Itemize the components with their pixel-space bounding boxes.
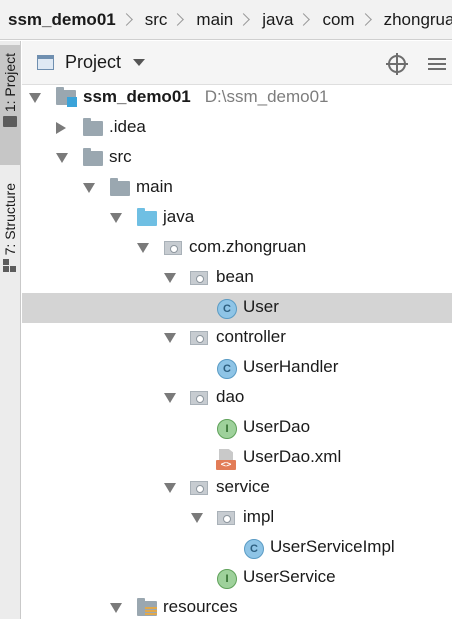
folder-icon	[110, 178, 130, 197]
tree-item-root-label: ssm_demo01 D:\ssm_demo01	[83, 87, 329, 107]
chevron-right-icon	[171, 13, 185, 26]
package-icon	[189, 269, 209, 287]
tree-item-main-label: main	[136, 177, 173, 196]
interface-icon: I	[217, 419, 237, 439]
tree-item-service-label: service	[216, 477, 270, 496]
breadcrumb-item-java[interactable]: java	[254, 10, 297, 30]
expand-arrow-icon[interactable]	[110, 213, 122, 223]
structure-icon	[3, 259, 17, 273]
interface-icon: I	[217, 569, 237, 589]
breadcrumb-item-ssm-demo01[interactable]: ssm_demo01	[0, 10, 120, 30]
tree-item-user-service-label: UserService	[243, 567, 336, 586]
tree-item-dao[interactable]: dao	[22, 383, 452, 413]
tree-item-user-handler-label: UserHandler	[243, 357, 339, 376]
crosshair-icon[interactable]	[386, 53, 408, 75]
collapse-all-icon[interactable]	[426, 53, 448, 75]
tree-item-src[interactable]: src	[22, 143, 452, 173]
tree-item-user-dao-label: UserDao	[243, 417, 311, 436]
tree-item-bean[interactable]: bean	[22, 263, 452, 293]
tree-item-user-dao[interactable]: I UserDao	[22, 413, 452, 443]
tree-item-java[interactable]: java	[22, 203, 452, 233]
tree-item-idea[interactable]: .idea	[22, 113, 452, 143]
tree-item-user-dao-xml-label: UserDao.xml	[243, 447, 342, 466]
expand-arrow-icon[interactable]	[164, 333, 176, 343]
source-folder-icon	[137, 208, 157, 227]
folder-icon	[83, 148, 103, 167]
tree-item-user-label: User	[243, 297, 279, 316]
xml-glyph: <>	[216, 460, 236, 470]
tree-item-src-label: src	[109, 147, 132, 166]
class-icon: C	[217, 359, 237, 379]
breadcrumb-item-src[interactable]: src	[137, 10, 172, 30]
expand-arrow-icon[interactable]	[191, 513, 203, 523]
tree-item-resources-label: resources	[163, 597, 238, 616]
package-icon	[189, 329, 209, 347]
tree-item-idea-label: .idea	[109, 117, 146, 136]
tree-item-impl[interactable]: impl	[22, 503, 452, 533]
expand-arrow-icon[interactable]	[164, 483, 176, 493]
chevron-right-icon	[297, 13, 311, 26]
breadcrumb: ssm_demo01 src main java com zhongruan	[0, 0, 452, 40]
package-icon	[216, 509, 236, 527]
module-folder-icon	[56, 87, 77, 107]
breadcrumb-item-com[interactable]: com	[314, 10, 358, 30]
tree-item-java-label: java	[163, 207, 195, 226]
root-name: ssm_demo01	[83, 87, 191, 106]
package-icon	[163, 239, 183, 257]
tree-item-user-service-impl[interactable]: C UserServiceImpl	[22, 533, 452, 563]
tree-item-user-handler[interactable]: C UserHandler	[22, 353, 452, 383]
breadcrumb-item-zhongruan[interactable]: zhongruan	[376, 10, 452, 30]
tree-item-com-zhongruan[interactable]: com.zhongruan	[22, 233, 452, 263]
tree-item-user-service[interactable]: I UserService	[22, 563, 452, 593]
class-icon: C	[217, 299, 237, 319]
tree-item-user-dao-xml[interactable]: <> UserDao.xml	[22, 443, 452, 473]
chevron-right-icon	[119, 13, 133, 26]
class-glyph: C	[217, 299, 237, 319]
tree-item-controller[interactable]: controller	[22, 323, 452, 353]
tree-item-user-service-impl-label: UserServiceImpl	[270, 537, 395, 556]
package-icon	[189, 389, 209, 407]
tab-project[interactable]: 1: Project	[0, 45, 20, 165]
tree-item-root[interactable]: ssm_demo01 D:\ssm_demo01	[22, 83, 452, 113]
class-glyph: C	[217, 359, 237, 379]
folder-icon	[3, 116, 17, 128]
expand-arrow-icon[interactable]	[83, 183, 95, 193]
chevron-down-icon[interactable]	[133, 59, 146, 66]
class-glyph: C	[244, 539, 264, 559]
tree-item-bean-label: bean	[216, 267, 254, 286]
chevron-right-icon	[358, 13, 372, 26]
breadcrumb-item-main[interactable]: main	[188, 10, 237, 30]
panel-title[interactable]: Project	[65, 52, 121, 73]
tree-item-service[interactable]: service	[22, 473, 452, 503]
chevron-right-icon	[237, 13, 251, 26]
expand-arrow-icon[interactable]	[164, 273, 176, 283]
tree-item-main[interactable]: main	[22, 173, 452, 203]
expand-arrow-icon[interactable]	[110, 603, 122, 613]
class-icon: C	[244, 539, 264, 559]
expand-arrow-icon[interactable]	[137, 243, 149, 253]
tree-item-com-zhongruan-label: com.zhongruan	[189, 237, 307, 256]
interface-glyph: I	[217, 569, 237, 589]
expand-arrow-icon[interactable]	[56, 153, 68, 163]
xml-file-icon: <>	[216, 449, 236, 470]
project-panel-header: Project	[22, 41, 452, 85]
resources-folder-icon	[137, 598, 157, 617]
tree-item-controller-label: controller	[216, 327, 286, 346]
tree-item-dao-label: dao	[216, 387, 245, 406]
tab-project-label: 1: Project	[2, 53, 18, 113]
expand-arrow-icon[interactable]	[29, 93, 41, 103]
tree-item-impl-label: impl	[243, 507, 275, 526]
folder-icon	[83, 118, 103, 137]
tool-window-stripe: 1: Project 7: Structure	[0, 41, 21, 619]
interface-glyph: I	[217, 419, 237, 439]
package-icon	[189, 479, 209, 497]
root-path: D:\ssm_demo01	[204, 87, 329, 106]
expand-arrow-icon[interactable]	[164, 393, 176, 403]
tab-structure[interactable]: 7: Structure	[0, 177, 20, 307]
tab-structure-label: 7: Structure	[2, 183, 18, 256]
collapsed-arrow-icon[interactable]	[56, 122, 66, 134]
project-view-icon	[37, 55, 54, 70]
tree-item-user[interactable]: C User	[22, 293, 452, 323]
